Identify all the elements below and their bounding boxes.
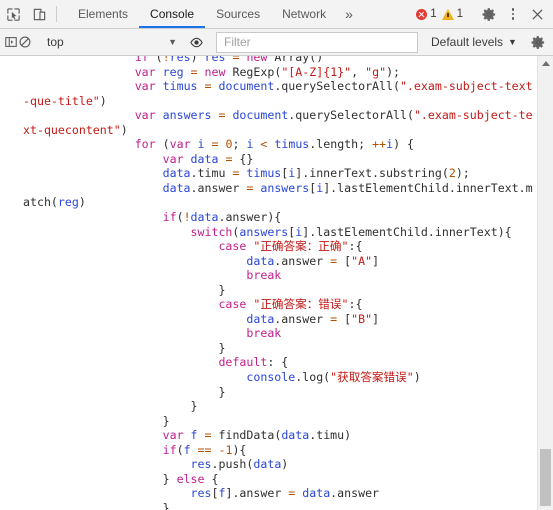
panel-tabs: Elements Console Sources Network » [67, 0, 361, 28]
tab-sources-label: Sources [216, 7, 261, 21]
console-settings-gear-icon[interactable] [526, 30, 552, 54]
console-toolbar: top ▼ Default levels ▼ [0, 29, 553, 56]
console-output-area: if (!res) res = new Array() var reg = ne… [0, 56, 553, 510]
chevron-down-icon: ▼ [168, 37, 177, 47]
scrollbar-thumb[interactable] [540, 449, 551, 506]
warning-count-badge[interactable]: 1 [441, 8, 463, 20]
scroll-up-arrow-icon[interactable] [541, 56, 550, 71]
console-sidebar-icon[interactable] [4, 30, 18, 54]
devtools-main-tabbar: Elements Console Sources Network » 1 1 [0, 0, 553, 29]
error-icon [416, 8, 428, 20]
tab-console[interactable]: Console [139, 0, 206, 28]
tab-network-label: Network [282, 7, 327, 21]
tab-sources[interactable]: Sources [205, 0, 271, 28]
warning-icon [441, 8, 454, 20]
more-tabs-chevron-icon[interactable]: » [337, 0, 361, 28]
error-count-badge[interactable]: 1 [416, 8, 437, 20]
log-levels-label: Default levels [431, 35, 504, 49]
console-toolbar-right-group [517, 30, 552, 54]
log-levels-dropdown[interactable]: Default levels ▼ [431, 35, 517, 49]
scrollbar-track[interactable] [538, 71, 553, 510]
toolbar-divider [56, 6, 57, 22]
live-expression-eye-icon[interactable] [189, 30, 204, 54]
device-toolbar-icon[interactable] [26, 0, 52, 28]
filter-input[interactable] [222, 34, 412, 50]
tabbar-right-group: 1 1 [416, 0, 553, 28]
console-code-block[interactable]: if (!res) res = new Array() var reg = ne… [0, 56, 537, 510]
tab-elements-label: Elements [78, 7, 129, 21]
error-count: 1 [430, 8, 437, 20]
tab-network[interactable]: Network [271, 0, 337, 28]
console-scrollbar[interactable] [537, 56, 553, 510]
tab-elements[interactable]: Elements [67, 0, 139, 28]
chevron-down-icon-levels: ▼ [508, 37, 517, 47]
tab-console-label: Console [150, 7, 195, 21]
close-icon[interactable] [525, 2, 549, 26]
more-tabs-label: » [345, 6, 353, 22]
execution-context-select[interactable]: top ▼ [40, 32, 181, 52]
inspect-cursor-icon[interactable] [0, 0, 26, 28]
kebab-menu-icon[interactable] [501, 2, 525, 26]
devtools-window: Elements Console Sources Network » 1 1 t… [0, 0, 553, 510]
warning-count: 1 [456, 8, 463, 20]
clear-console-icon[interactable] [18, 30, 32, 54]
console-source-text: if (!res) res = new Array() var reg = ne… [23, 56, 533, 510]
gear-icon[interactable] [477, 2, 501, 26]
execution-context-value: top [47, 35, 64, 49]
filter-input-wrapper[interactable] [216, 31, 418, 53]
